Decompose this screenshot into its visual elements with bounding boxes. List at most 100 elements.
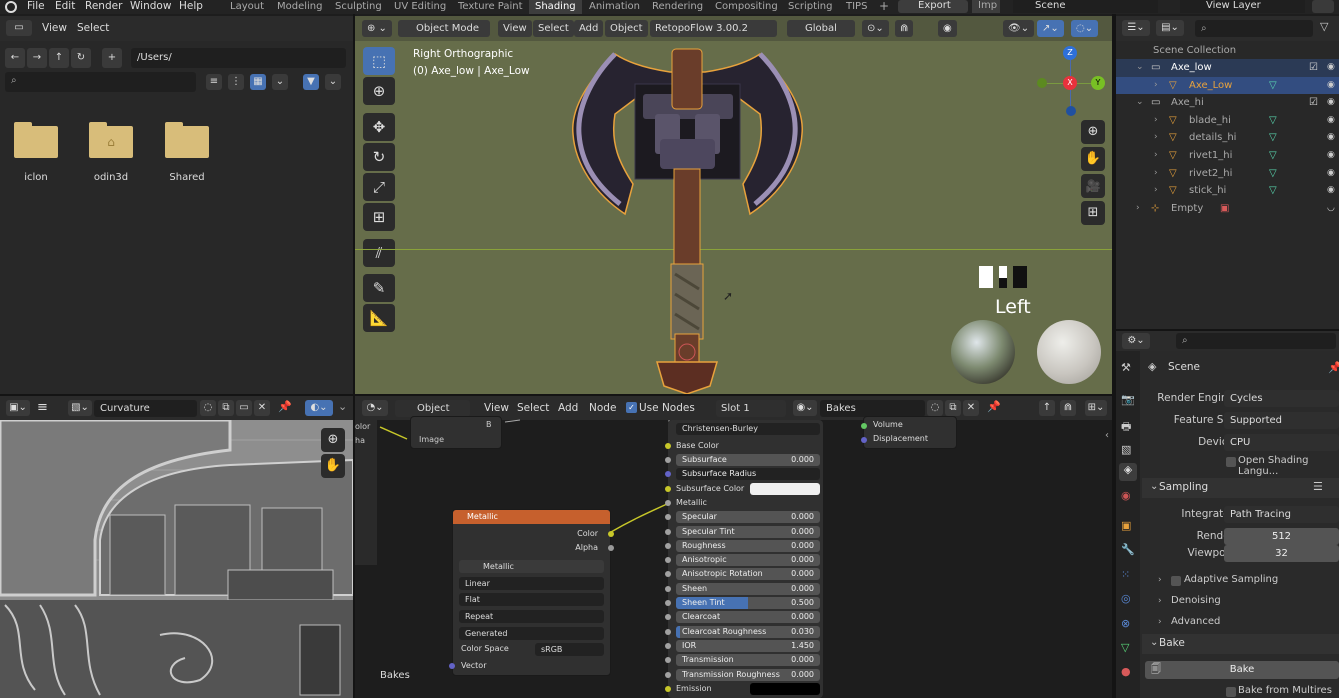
tab-sculpting[interactable]: Sculpting [329, 0, 388, 14]
path-field[interactable]: /Users/ [131, 48, 346, 68]
area-separator[interactable] [0, 394, 1112, 396]
folder-item-2[interactable]: Shared [161, 122, 213, 192]
bsdf-input-socket[interactable] [665, 557, 671, 564]
collection-checkbox[interactable]: ☑ [1309, 59, 1318, 76]
expand-chevron-right-icon[interactable]: › [1154, 147, 1158, 164]
vp-menu-add[interactable]: Add [574, 20, 604, 37]
bsdf-input-socket[interactable] [665, 528, 671, 535]
denoising-label[interactable]: Denoising [1171, 595, 1221, 606]
image-pan-hand-icon[interactable]: ✋ [321, 454, 345, 478]
bsdf-input-socket[interactable] [665, 628, 671, 635]
scene-collection-row[interactable]: Scene Collection [1116, 42, 1339, 60]
vp-menu-view[interactable]: View [498, 20, 532, 37]
render-engine-dropdown[interactable]: Cycles [1224, 390, 1339, 407]
interpolation-dropdown[interactable]: Linear [459, 577, 604, 590]
gizmo-toggle-icon[interactable]: ↗⌄ [1037, 20, 1064, 37]
gizmo-z-icon[interactable]: Z [1063, 46, 1077, 60]
visibility-icon[interactable]: 👁⌄ [1003, 20, 1035, 37]
outliner-row-axe-low[interactable]: › ▽ Axe_Low ▽ ◉ [1116, 76, 1339, 95]
node-header[interactable]: Metallic [453, 510, 610, 524]
bake-button[interactable]: 🗐 Bake [1145, 661, 1339, 679]
view-layer-field[interactable]: View Layer [1180, 0, 1305, 13]
image-name-field[interactable]: Curvature [94, 400, 197, 417]
export-button[interactable]: Export [898, 0, 968, 13]
visibility-eye-icon[interactable]: ◉ [1327, 165, 1335, 182]
subsurface-method-dropdown[interactable]: Christensen-Burley [676, 423, 820, 435]
tab-scripting[interactable]: Scripting [782, 0, 838, 14]
bsdf-input-socket[interactable] [665, 499, 671, 506]
bsdf-input-socket[interactable] [665, 485, 671, 492]
list-vertical-icon[interactable]: ≡ [206, 74, 222, 90]
bsdf-input-socket[interactable] [665, 471, 671, 478]
display-chevron-down-icon[interactable]: ⌄ [272, 74, 288, 90]
menu-help[interactable]: Help [179, 0, 203, 14]
fb-menu-select[interactable]: Select [77, 22, 109, 36]
visibility-eye-icon[interactable]: ◉ [1327, 182, 1335, 199]
curvature-texture-image[interactable] [0, 420, 353, 698]
extension-dropdown[interactable]: Repeat [459, 610, 604, 623]
modifier-tab-icon[interactable]: 🔧 [1121, 543, 1135, 556]
expand-chevron-right-icon[interactable]: › [1154, 112, 1158, 129]
bsdf-slider-subsurface-radius[interactable]: Subsurface Radius [676, 468, 820, 481]
scene-tab-icon[interactable]: ◈ [1119, 463, 1137, 481]
mesh-data-icon[interactable]: ▽ [1269, 165, 1277, 182]
bsdf-input-socket[interactable] [665, 542, 671, 549]
transform-tool-icon[interactable]: ⊞ [363, 203, 395, 231]
new-folder-icon[interactable]: + [102, 48, 122, 68]
visibility-eye-icon[interactable]: ◉ [1327, 129, 1335, 146]
list-horizontal-icon[interactable]: ⋮ [228, 74, 244, 90]
object-mode-dropdown[interactable]: Object Mode [398, 20, 490, 37]
visibility-eye-icon[interactable]: ◉ [1327, 59, 1335, 76]
ortho-grid-icon[interactable]: ⊞ [1081, 201, 1105, 225]
projection-dropdown[interactable]: Flat [459, 593, 604, 606]
denoising-chevron-icon[interactable]: › [1158, 596, 1162, 606]
color-space-dropdown[interactable]: sRGB [535, 643, 604, 656]
expand-chevron-down-icon[interactable]: ⌄ [1136, 59, 1144, 76]
tab-shading[interactable]: Shading [529, 0, 582, 14]
physics-tab-icon[interactable]: ◎ [1121, 592, 1131, 605]
pivot-icon[interactable]: ⊙⌄ [862, 20, 889, 37]
color-output-socket[interactable] [608, 531, 614, 537]
add-workspace-icon[interactable]: + [879, 0, 889, 13]
bsdf-input-socket[interactable] [665, 671, 671, 678]
bsdf-input-socket[interactable] [665, 614, 671, 621]
outliner-search-input[interactable]: ⌕ [1195, 20, 1313, 37]
adaptive-sampling-chevron-icon[interactable]: › [1158, 575, 1162, 585]
tab-compositing[interactable]: Compositing [709, 0, 784, 14]
sampling-panel-header[interactable]: ⌄ Sampling ☰ [1142, 478, 1339, 498]
visibility-eye-icon[interactable]: ◉ [1327, 112, 1335, 129]
mesh-data-icon[interactable]: ▽ [1269, 129, 1277, 146]
expand-chevron-down-icon[interactable]: ⌄ [1136, 94, 1144, 111]
render-tab-icon[interactable]: 📷 [1121, 393, 1135, 406]
outliner-row-rivet2-hi[interactable]: › ▽ rivet2_hi ▽ ◉ [1116, 165, 1339, 183]
pan-hand-icon[interactable]: ✋ [1081, 147, 1105, 171]
bake-multires-checkbox[interactable] [1226, 687, 1236, 697]
editor-type-icon[interactable]: ▭ [6, 20, 32, 36]
properties-search-input[interactable]: ⌕ [1176, 333, 1336, 349]
integrator-dropdown[interactable]: Path Tracing [1224, 506, 1339, 523]
gizmo-y-icon[interactable]: Y [1091, 76, 1105, 90]
camera-icon[interactable]: 🎥 [1081, 174, 1105, 198]
refresh-icon[interactable]: ↻ [71, 48, 91, 68]
outliner-row-blade-hi[interactable]: › ▽ blade_hi ▽ ◉ [1116, 112, 1339, 130]
image-more-icon[interactable]: ⌄ [338, 400, 347, 413]
advanced-chevron-icon[interactable]: › [1158, 617, 1162, 627]
bsdf-slider-ior[interactable]: IOR 1.450 [676, 639, 820, 652]
bsdf-slider-transmission-roughness[interactable]: Transmission Roughness 0.000 [676, 668, 820, 681]
outliner-filter-icon[interactable]: ▽ [1320, 20, 1328, 33]
outliner-row-axe-hi[interactable]: ⌄ ▭ Axe_hi ☑ ◉ [1116, 94, 1339, 112]
scene-field[interactable]: Scene [1013, 0, 1158, 13]
empty-constraint-icon[interactable]: ▣ [1220, 200, 1229, 217]
presets-list-icon[interactable]: ☰ [1313, 480, 1323, 493]
bsdf-slider-subsurface[interactable]: Subsurface 0.000 [676, 454, 820, 466]
constraints-tab-icon[interactable]: ⊗ [1121, 617, 1130, 630]
proportional-icon[interactable]: ◉ [938, 20, 957, 37]
display-mode-icon[interactable]: ▤⌄ [1156, 20, 1184, 36]
open-image-icon[interactable]: ▭ [236, 400, 252, 416]
bsdf-slider-anisotropic-rotation[interactable]: Anisotropic Rotation 0.000 [676, 568, 820, 581]
bsdf-slider-specular[interactable]: Specular 0.000 [676, 511, 820, 524]
bsdf-slider-anisotropic[interactable]: Anisotropic 0.000 [676, 554, 820, 567]
bsdf-slider-sheen-tint[interactable]: Sheen Tint 0.500 [676, 597, 820, 609]
base-color-socket[interactable] [665, 443, 671, 449]
mesh-data-icon[interactable]: ▽ [1269, 77, 1277, 94]
